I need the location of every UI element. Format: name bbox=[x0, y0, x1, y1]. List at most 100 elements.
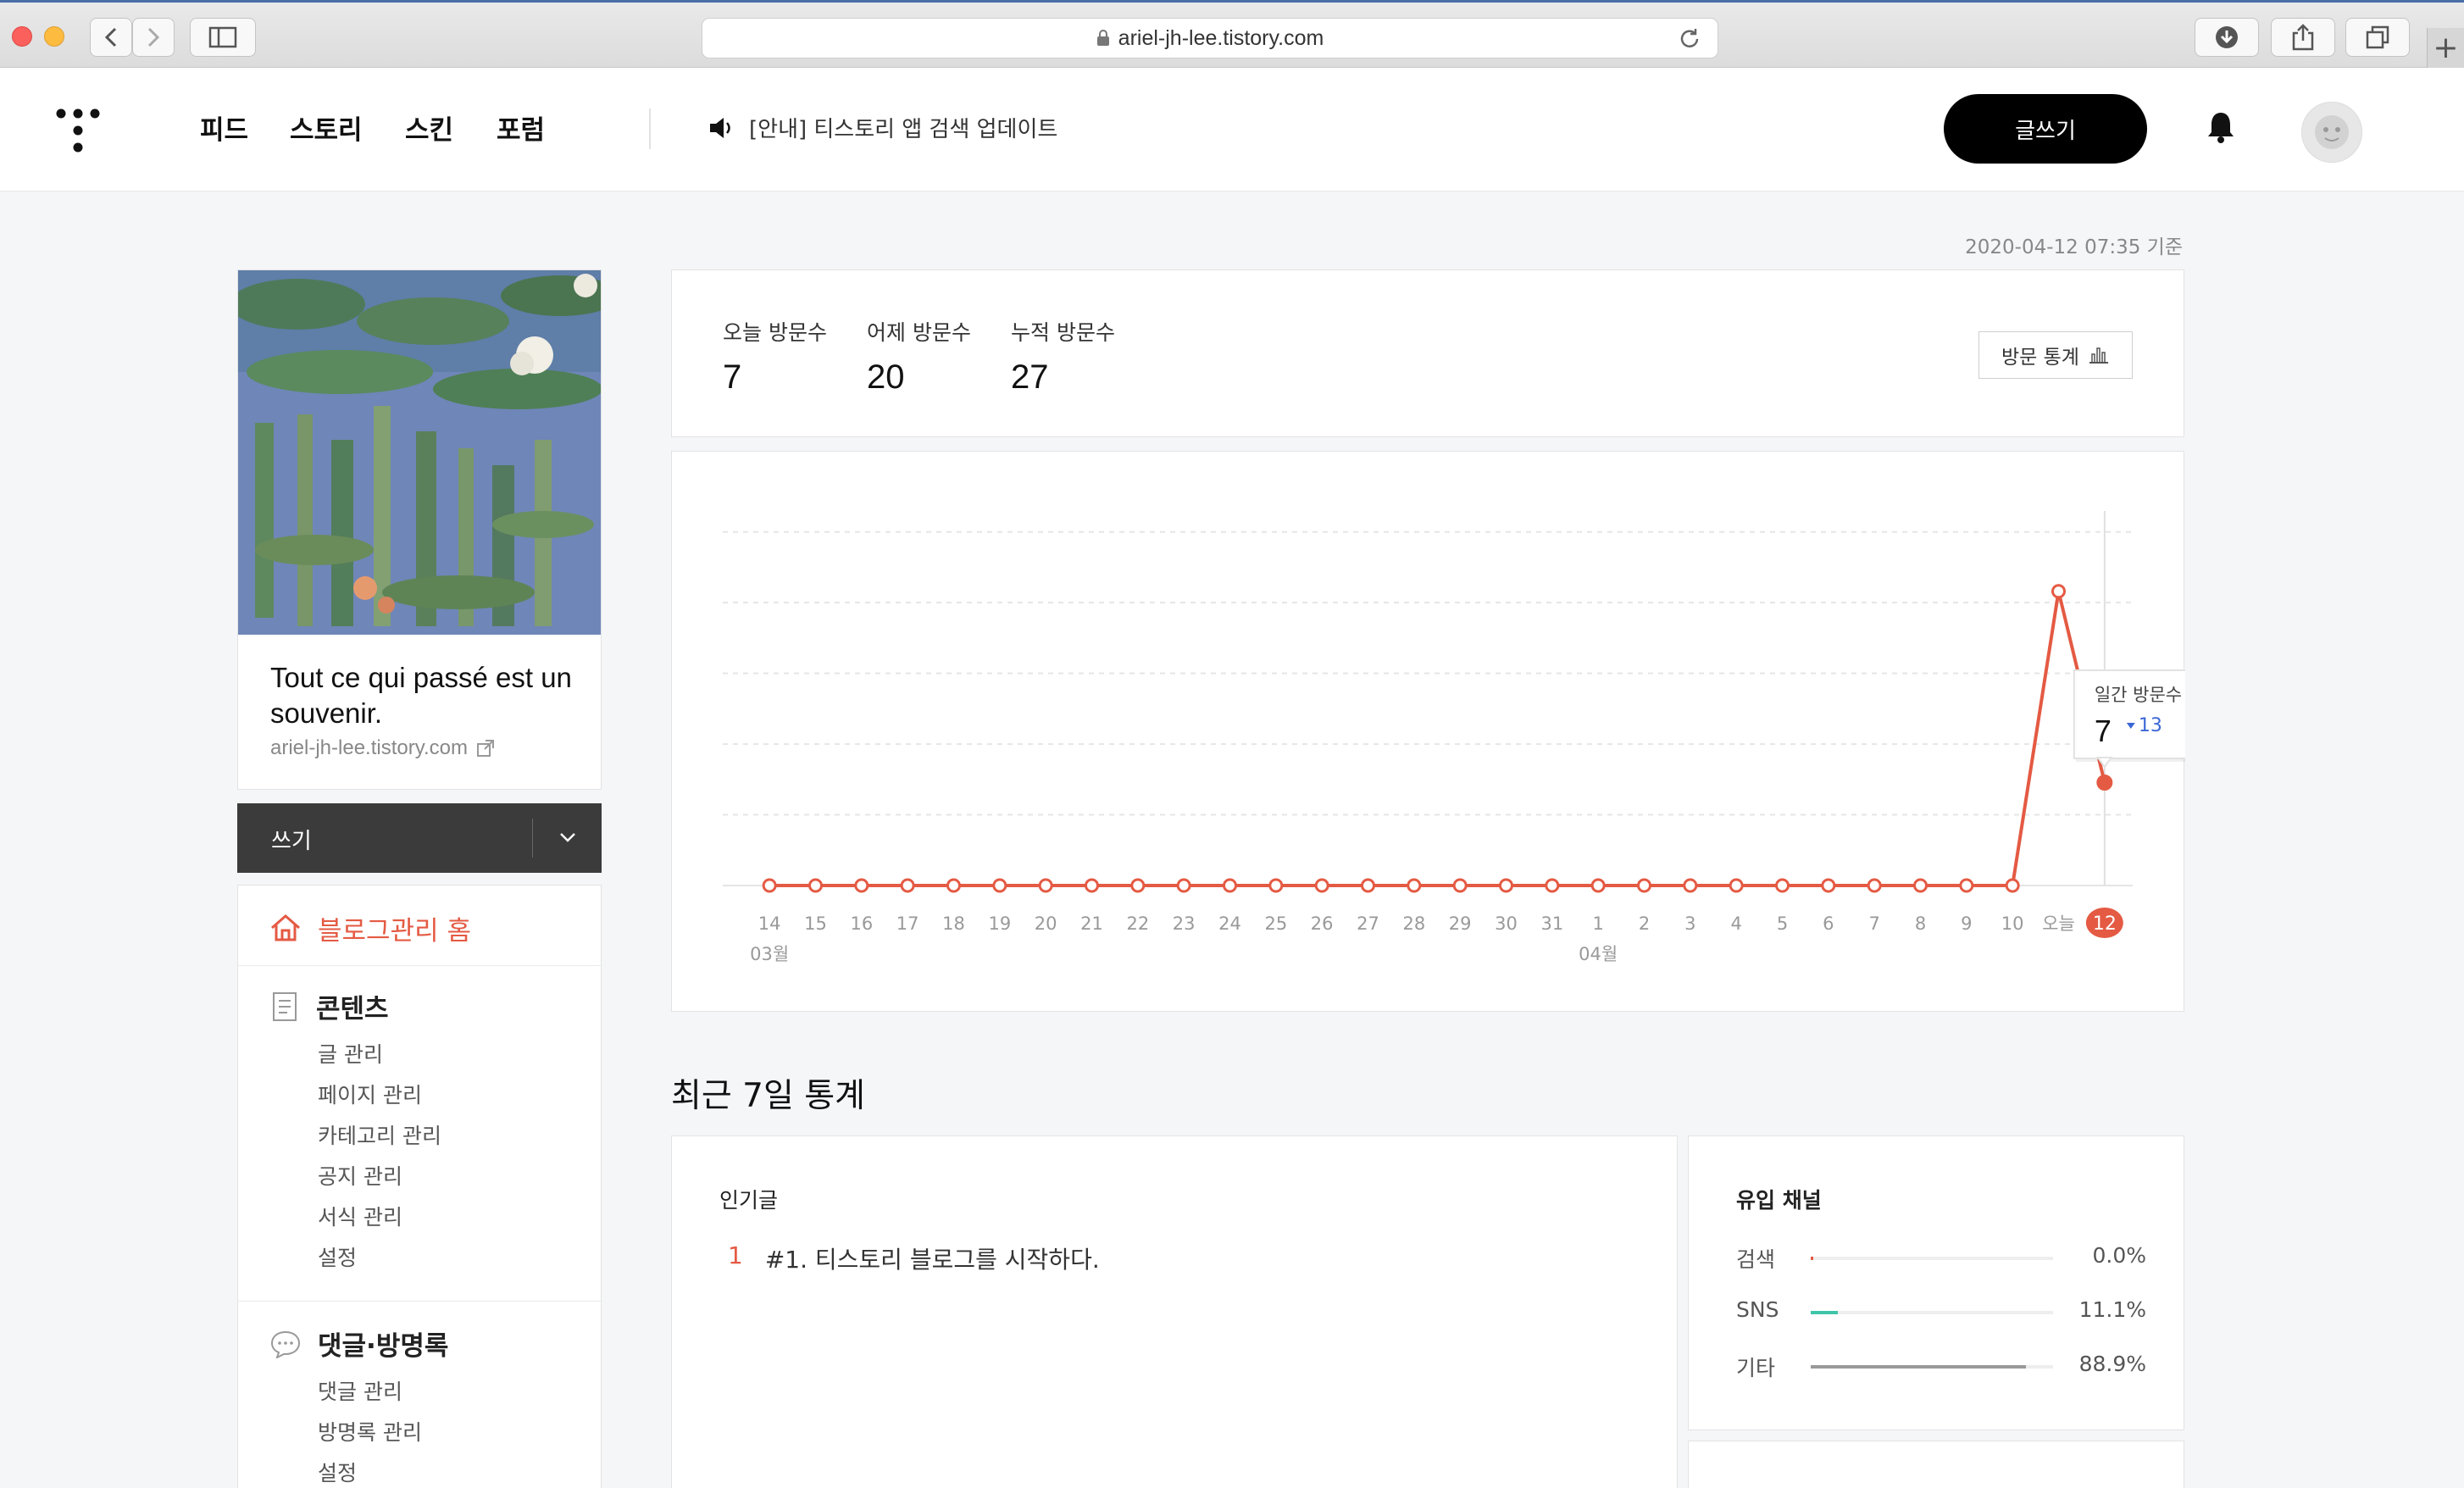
menu-template-manage[interactable]: 서식 관리 bbox=[318, 1201, 402, 1231]
menu-blog-home[interactable]: 블로그관리 홈 bbox=[270, 902, 471, 953]
write-post-button[interactable]: 글쓰기 bbox=[1944, 94, 2147, 164]
blog-url-link[interactable]: ariel-jh-lee.tistory.com bbox=[270, 736, 495, 760]
data-point[interactable] bbox=[1545, 878, 1560, 893]
daily-visits-chart-card: 14 15 16 17 18 19 20 21 22 23 24 25 26 27 28 29 30 31 1 2 3 4… bbox=[671, 451, 2185, 1012]
back-button[interactable] bbox=[90, 18, 132, 57]
data-point[interactable] bbox=[1130, 878, 1146, 893]
menu-section-comments[interactable]: 댓글·방명록 bbox=[270, 1324, 448, 1363]
blog-url-text: ariel-jh-lee.tistory.com bbox=[270, 736, 468, 759]
inflow-row-sns: SNS 11.1% bbox=[1736, 1297, 2146, 1326]
x-tick-label: 7 bbox=[1868, 913, 1879, 934]
data-point[interactable] bbox=[1637, 878, 1651, 893]
nav-feed[interactable]: 피드 bbox=[200, 108, 248, 147]
menu-section-contents[interactable]: 콘텐츠 bbox=[270, 987, 389, 1025]
x-tick-label: 19 bbox=[988, 913, 1011, 934]
write-dropdown[interactable]: 쓰기 bbox=[237, 803, 602, 873]
inflow-title: 유입 채널 bbox=[1736, 1188, 1822, 1213]
data-point[interactable] bbox=[2051, 584, 2066, 599]
inflow-channel-card: 유입 채널 검색 0.0% SNS 11.1% 기타 88.9% bbox=[1688, 1135, 2184, 1430]
inflow-name: SNS bbox=[1736, 1297, 1779, 1322]
menu-notice-manage[interactable]: 공지 관리 bbox=[318, 1160, 402, 1191]
nav-forum[interactable]: 포럼 bbox=[497, 108, 545, 147]
new-tab-button[interactable]: + bbox=[2427, 28, 2464, 70]
inflow-percent: 11.1% bbox=[2078, 1297, 2146, 1322]
popular-post-title[interactable]: #1. 티스토리 블로그를 시작하다. bbox=[765, 1241, 1100, 1275]
data-point[interactable] bbox=[1361, 878, 1375, 893]
popular-post-item[interactable]: 1 #1. 티스토리 블로그를 시작하다. bbox=[728, 1241, 1100, 1275]
stat-label: 오늘 방문수 bbox=[723, 320, 827, 345]
menu-comment-manage[interactable]: 댓글 관리 bbox=[318, 1375, 402, 1406]
data-point[interactable] bbox=[1867, 878, 1882, 893]
blog-title[interactable]: Tout ce qui passé est un souvenir. bbox=[270, 660, 584, 731]
data-point[interactable] bbox=[1452, 878, 1468, 893]
data-point[interactable] bbox=[1959, 878, 1974, 893]
x-tick-label: 6 bbox=[1823, 913, 1834, 934]
menu-guestbook-manage[interactable]: 방명록 관리 bbox=[318, 1416, 422, 1446]
x-tick-label: 24 bbox=[1218, 913, 1241, 934]
visitor-summary-card: 오늘 방문수 7 어제 방문수 20 누적 방문수 27 방문 통계 bbox=[671, 269, 2184, 437]
nav-story[interactable]: 스토리 bbox=[290, 108, 363, 147]
data-point[interactable] bbox=[854, 878, 869, 893]
window-close-button[interactable] bbox=[12, 26, 32, 47]
address-bar[interactable]: ariel-jh-lee.tistory.com bbox=[702, 18, 1718, 58]
x-tick-label: 21 bbox=[1080, 913, 1103, 934]
inflow-percent: 0.0% bbox=[2092, 1243, 2146, 1268]
menu-post-manage[interactable]: 글 관리 bbox=[318, 1038, 383, 1069]
data-point[interactable] bbox=[1821, 878, 1836, 893]
data-point[interactable] bbox=[1223, 878, 1237, 893]
x-tick-label: 5 bbox=[1777, 913, 1788, 934]
downloads-button[interactable] bbox=[2195, 18, 2259, 57]
data-point[interactable] bbox=[1314, 878, 1329, 893]
menu-category-manage[interactable]: 카테고리 관리 bbox=[318, 1119, 441, 1150]
site-header: 피드 스토리 스킨 포럼 [안내] 티스토리 앱 검색 업데이트 글쓰기 bbox=[0, 68, 2464, 192]
avatar[interactable] bbox=[2301, 102, 2362, 163]
menu-contents-settings[interactable]: 설정 bbox=[318, 1241, 357, 1272]
inflow-bar-fill bbox=[1811, 1365, 2027, 1369]
data-point[interactable] bbox=[1913, 878, 1928, 893]
sidebar-toggle-button[interactable] bbox=[190, 18, 256, 57]
tistory-logo[interactable] bbox=[54, 107, 102, 154]
share-button[interactable] bbox=[2271, 18, 2335, 57]
stats-timestamp: 2020-04-12 07:35 기준 bbox=[1965, 236, 2183, 258]
data-point[interactable] bbox=[1038, 878, 1053, 893]
data-point[interactable] bbox=[1683, 878, 1698, 893]
inflow-name: 검색 bbox=[1736, 1247, 1776, 1272]
data-point[interactable] bbox=[992, 878, 1007, 893]
stat-label: 어제 방문수 bbox=[867, 320, 971, 345]
data-point[interactable] bbox=[808, 878, 823, 893]
data-point[interactable] bbox=[900, 878, 915, 893]
menu-page-manage[interactable]: 페이지 관리 bbox=[318, 1079, 422, 1109]
data-point[interactable] bbox=[1407, 878, 1422, 893]
sidebar-icon bbox=[208, 26, 237, 48]
data-point[interactable] bbox=[2005, 878, 2020, 893]
data-point[interactable] bbox=[1729, 878, 1744, 893]
browser-toolbar: ariel-jh-lee.tistory.com + bbox=[0, 0, 2464, 70]
forward-button[interactable] bbox=[132, 18, 175, 57]
data-point[interactable] bbox=[762, 878, 777, 893]
x-tick-label: 9 bbox=[1961, 913, 1972, 934]
write-label[interactable]: 쓰기 bbox=[271, 824, 312, 855]
reload-icon[interactable] bbox=[1679, 27, 1702, 51]
data-point[interactable] bbox=[1085, 878, 1099, 893]
data-point[interactable] bbox=[1590, 878, 1606, 893]
notice-link[interactable]: [안내] 티스토리 앱 검색 업데이트 bbox=[708, 112, 1057, 143]
data-point[interactable] bbox=[1176, 878, 1191, 893]
notice-text: [안내] 티스토리 앱 검색 업데이트 bbox=[749, 117, 1058, 142]
data-point[interactable] bbox=[1268, 878, 1284, 893]
month-label: 03월 bbox=[750, 944, 789, 964]
window-minimize-button[interactable] bbox=[44, 26, 64, 47]
data-point[interactable] bbox=[2096, 774, 2113, 791]
stat-yesterday: 어제 방문수 20 bbox=[867, 316, 971, 397]
menu-comments-settings[interactable]: 설정 bbox=[318, 1457, 357, 1487]
blog-profile-image[interactable] bbox=[238, 270, 601, 635]
bell-icon[interactable] bbox=[2206, 110, 2235, 144]
x-tick-label: 14 bbox=[758, 913, 781, 934]
chevron-down-icon[interactable] bbox=[558, 827, 578, 847]
stat-value: 7 bbox=[723, 358, 742, 396]
visit-stats-button[interactable]: 방문 통계 bbox=[1978, 331, 2133, 379]
data-point[interactable] bbox=[1775, 878, 1790, 893]
data-point[interactable] bbox=[1499, 878, 1513, 893]
data-point[interactable] bbox=[946, 878, 961, 893]
nav-skin[interactable]: 스킨 bbox=[405, 108, 453, 147]
tabs-overview-button[interactable] bbox=[2345, 18, 2410, 57]
